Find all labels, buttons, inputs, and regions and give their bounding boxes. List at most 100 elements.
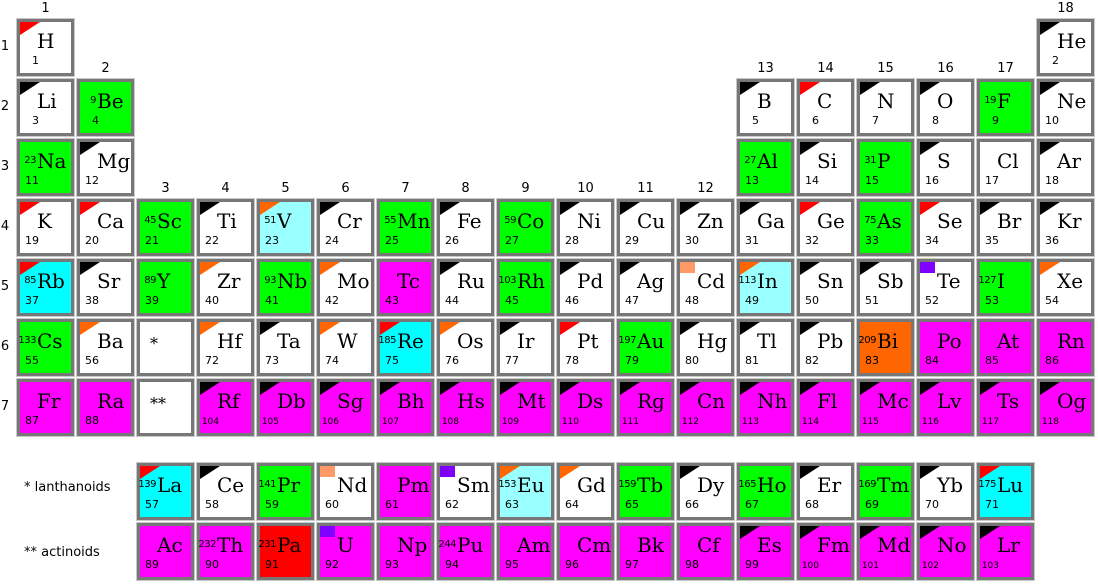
element-cell-lr[interactable]: Lr 103: [976, 522, 1035, 581]
element-cell-cm[interactable]: Cm 96: [556, 522, 615, 581]
element-cell-fl[interactable]: Fl 114: [796, 378, 855, 437]
element-cell-rb[interactable]: 85 Rb 37: [16, 258, 75, 317]
element-cell-bk[interactable]: Bk 97: [616, 522, 675, 581]
element-cell-rg[interactable]: Rg 111: [616, 378, 675, 437]
element-cell-rf[interactable]: Rf 104: [196, 378, 255, 437]
element-cell-p[interactable]: 31 P 15: [856, 138, 915, 197]
element-cell-fr[interactable]: Fr 87: [16, 378, 75, 437]
element-cell-pa[interactable]: 231 Pa 91: [256, 522, 315, 581]
element-cell-sm[interactable]: Sm 62: [436, 462, 495, 521]
element-cell-os[interactable]: Os 76: [436, 318, 495, 377]
element-cell-hf[interactable]: Hf 72: [196, 318, 255, 377]
element-cell-ag[interactable]: Ag 47: [616, 258, 675, 317]
element-cell-ts[interactable]: Ts 117: [976, 378, 1035, 437]
element-cell-cr[interactable]: Cr 24: [316, 198, 375, 257]
element-cell-ce[interactable]: Ce 58: [196, 462, 255, 521]
element-cell-w[interactable]: W 74: [316, 318, 375, 377]
element-cell-sr[interactable]: Sr 38: [76, 258, 135, 317]
element-cell-he[interactable]: He 2: [1036, 18, 1095, 77]
element-cell-se[interactable]: Se 34: [916, 198, 975, 257]
element-cell-mc[interactable]: Mc 115: [856, 378, 915, 437]
element-cell-ni[interactable]: Ni 28: [556, 198, 615, 257]
element-cell-au[interactable]: 197 Au 79: [616, 318, 675, 377]
element-cell-cu[interactable]: Cu 29: [616, 198, 675, 257]
element-cell-s[interactable]: S 16: [916, 138, 975, 197]
element-cell-tb[interactable]: 159 Tb 65: [616, 462, 675, 521]
element-cell-tc[interactable]: Tc 43: [376, 258, 435, 317]
element-cell-ir[interactable]: Ir 77: [496, 318, 555, 377]
element-cell-eu[interactable]: 153 Eu 63: [496, 462, 555, 521]
element-cell-tl[interactable]: Tl 81: [736, 318, 795, 377]
element-cell-in[interactable]: 113 In 49: [736, 258, 795, 317]
element-cell-pt[interactable]: Pt 78: [556, 318, 615, 377]
element-cell-sb[interactable]: Sb 51: [856, 258, 915, 317]
element-cell-og[interactable]: Og 118: [1036, 378, 1095, 437]
element-cell-cs[interactable]: 133 Cs 55: [16, 318, 75, 377]
element-cell-bi[interactable]: 209 Bi 83: [856, 318, 915, 377]
element-cell-as[interactable]: 75 As 33: [856, 198, 915, 257]
element-cell-ta[interactable]: Ta 73: [256, 318, 315, 377]
element-cell-n[interactable]: N7: [856, 78, 915, 137]
element-cell-kr[interactable]: Kr 36: [1036, 198, 1095, 257]
element-cell-bh[interactable]: Bh 107: [376, 378, 435, 437]
element-cell-tm[interactable]: 169 Tm 69: [856, 462, 915, 521]
element-cell-y[interactable]: 89 Y 39: [136, 258, 195, 317]
element-cell-ho[interactable]: 165 Ho 67: [736, 462, 795, 521]
element-cell-at[interactable]: At 85: [976, 318, 1035, 377]
element-cell-xe[interactable]: Xe 54: [1036, 258, 1095, 317]
element-cell-pu[interactable]: 244 Pu 94: [436, 522, 495, 581]
element-cell-fe[interactable]: Fe 26: [436, 198, 495, 257]
element-cell-pb[interactable]: Pb 82: [796, 318, 855, 377]
element-cell-zr[interactable]: Zr 40: [196, 258, 255, 317]
element-cell-zn[interactable]: Zn 30: [676, 198, 735, 257]
element-cell-mg[interactable]: Mg 12: [76, 138, 135, 197]
element-cell-v[interactable]: 51 V 23: [256, 198, 315, 257]
element-cell-b[interactable]: B5: [736, 78, 795, 137]
element-cell-si[interactable]: Si 14: [796, 138, 855, 197]
element-cell-er[interactable]: Er 68: [796, 462, 855, 521]
element-cell-h[interactable]: H1: [16, 18, 75, 77]
element-cell-db[interactable]: Db 105: [256, 378, 315, 437]
element-cell-la[interactable]: 139 La 57: [136, 462, 195, 521]
element-cell-be[interactable]: 9 Be 4: [76, 78, 135, 137]
element-cell-li[interactable]: Li 3: [16, 78, 75, 137]
element-cell-nb[interactable]: 93 Nb 41: [256, 258, 315, 317]
element-cell-i[interactable]: 127 I 53: [976, 258, 1035, 317]
element-cell-fm[interactable]: Fm 100: [796, 522, 855, 581]
element-cell-mt[interactable]: Mt 109: [496, 378, 555, 437]
element-cell-br[interactable]: Br 35: [976, 198, 1035, 257]
element-cell-cl[interactable]: Cl 17: [976, 138, 1035, 197]
element-cell-th[interactable]: 232 Th 90: [196, 522, 255, 581]
element-cell-o[interactable]: O8: [916, 78, 975, 137]
element-cell-ac[interactable]: Ac 89: [136, 522, 195, 581]
element-cell-ru[interactable]: Ru 44: [436, 258, 495, 317]
element-cell-cf[interactable]: Cf 98: [676, 522, 735, 581]
element-cell-hs[interactable]: Hs 108: [436, 378, 495, 437]
element-cell-ne[interactable]: Ne 10: [1036, 78, 1095, 137]
element-cell-np[interactable]: Np 93: [376, 522, 435, 581]
element-cell-al[interactable]: 27 Al 13: [736, 138, 795, 197]
element-cell-ra[interactable]: Ra 88: [76, 378, 135, 437]
element-cell-mo[interactable]: Mo 42: [316, 258, 375, 317]
element-cell-sn[interactable]: Sn 50: [796, 258, 855, 317]
element-cell-ca[interactable]: Ca 20: [76, 198, 135, 257]
element-cell-lu[interactable]: 175 Lu 71: [976, 462, 1035, 521]
element-cell-u[interactable]: U 92: [316, 522, 375, 581]
element-cell-es[interactable]: Es 99: [736, 522, 795, 581]
element-cell-sg[interactable]: Sg 106: [316, 378, 375, 437]
element-cell-f[interactable]: 19 F 9: [976, 78, 1035, 137]
element-cell-nh[interactable]: Nh 113: [736, 378, 795, 437]
element-cell-no[interactable]: No 102: [916, 522, 975, 581]
element-cell-cn[interactable]: Cn 112: [676, 378, 735, 437]
element-cell-te[interactable]: Te 52: [916, 258, 975, 317]
element-cell-na[interactable]: 23 Na 11: [16, 138, 75, 197]
element-cell-am[interactable]: Am 95: [496, 522, 555, 581]
element-cell-po[interactable]: Po 84: [916, 318, 975, 377]
element-cell-ar[interactable]: Ar 18: [1036, 138, 1095, 197]
element-cell-yb[interactable]: Yb 70: [916, 462, 975, 521]
element-cell-rh[interactable]: 103 Rh 45: [496, 258, 555, 317]
element-cell-nd[interactable]: Nd 60: [316, 462, 375, 521]
element-cell-k[interactable]: K 19: [16, 198, 75, 257]
element-cell-pr[interactable]: 141 Pr 59: [256, 462, 315, 521]
element-cell-rn[interactable]: Rn 86: [1036, 318, 1095, 377]
